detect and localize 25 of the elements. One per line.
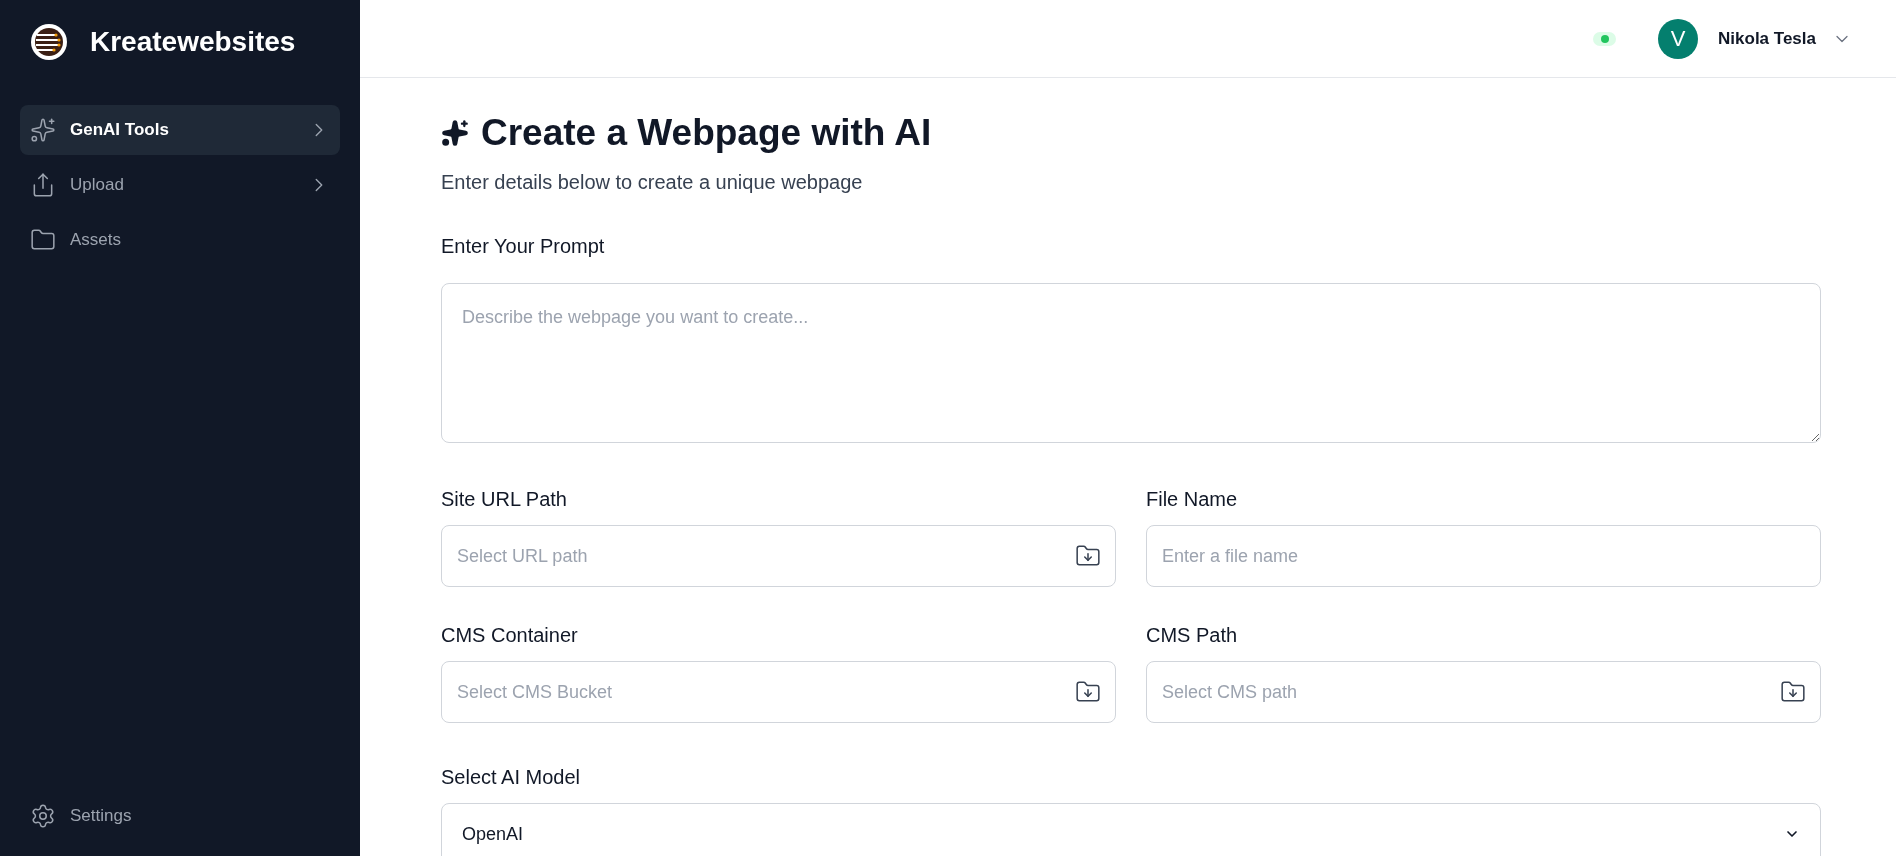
field-label: Site URL Path <box>441 487 568 511</box>
settings-item[interactable]: Settings <box>0 798 360 834</box>
sidebar-item[interactable]: Assets <box>20 215 340 265</box>
sidebar-item[interactable]: GenAI Tools <box>20 105 340 155</box>
brand-name: Kreatewebsites <box>90 25 296 59</box>
field-label: Select AI Model <box>441 765 581 789</box>
field-label: CMS Container <box>441 623 579 647</box>
sidebar-item[interactable]: Upload <box>20 160 340 210</box>
field-label: File Name <box>1146 487 1239 511</box>
sparkles-icon <box>30 117 56 143</box>
page-subtitle: Enter details below to create a unique webpage <box>441 170 864 195</box>
input-field[interactable]: Enter a file name <box>1146 525 1821 587</box>
sparkles-icon <box>441 119 469 147</box>
page-title: Create a Webpage with AI <box>481 111 932 155</box>
field-label: Enter Your Prompt <box>441 234 606 259</box>
avatar[interactable]: V <box>1658 18 1699 59</box>
logo-icon <box>30 23 68 61</box>
user-name[interactable]: Nikola Tesla <box>1718 25 1816 52</box>
prompt-field[interactable]: Describe the webpage you want to create... <box>441 283 1821 443</box>
gear-icon <box>30 803 56 829</box>
path-picker-field[interactable]: Select CMS path <box>1146 661 1821 723</box>
path-picker-field[interactable]: Select CMS Bucket <box>441 661 1116 723</box>
model-select[interactable]: OpenAI <box>441 803 1821 856</box>
field-label: CMS Path <box>1146 623 1239 647</box>
path-picker-field[interactable]: Select URL path <box>441 525 1116 587</box>
